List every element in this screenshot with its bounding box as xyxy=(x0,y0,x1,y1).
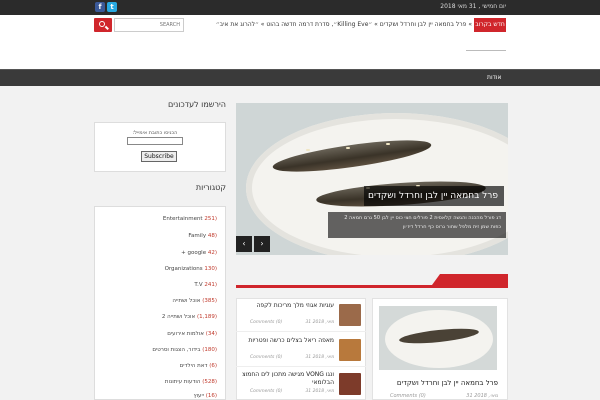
category-count: (385) xyxy=(202,298,217,304)
category-count: (251 xyxy=(204,216,217,222)
category-count: (6) xyxy=(209,363,217,369)
category-count: (16) xyxy=(205,393,217,399)
category-count: (130 xyxy=(204,266,217,272)
category-name: Organizations xyxy=(164,266,203,272)
category-item[interactable]: (180) בידור, הצגות וסרטים xyxy=(95,347,225,357)
list-item[interactable]: מאפה ריאל בצלים כרשה ופטריות Comments (0… xyxy=(236,333,366,367)
subscribe-label: הכניסו כתובת אימייל: xyxy=(132,130,178,136)
category-name: בידור, הצגות וסרטים xyxy=(152,347,201,353)
category-name: אוכל ושתייה 2 xyxy=(161,314,196,320)
category-item[interactable]: (251 Entertainment xyxy=(95,216,225,226)
category-item[interactable]: (528) הודעות עיתונות xyxy=(95,379,225,389)
search-button[interactable] xyxy=(94,18,112,32)
category-name: Entertainment xyxy=(162,216,203,222)
slider-caption[interactable]: פרל בחמאה יין לבן וחרדל ושקדים xyxy=(364,186,504,206)
category-item[interactable]: (48 Family xyxy=(95,233,225,243)
current-date: יום חמישי , 31 מאי 2018 xyxy=(440,3,506,10)
category-name: T.V xyxy=(194,282,203,288)
subscribe-widget: הכניסו כתובת אימייל: Subscribe xyxy=(94,122,226,172)
top-bar: f t יום חמישי , 31 מאי 2018 xyxy=(0,0,600,15)
subscribe-button[interactable]: Subscribe xyxy=(141,151,177,162)
email-field[interactable] xyxy=(127,137,183,145)
post-thumbnail[interactable] xyxy=(339,373,361,395)
post-date: 31 מאי, 2018 xyxy=(305,389,334,394)
post-thumbnail[interactable] xyxy=(339,304,361,326)
post-date: 31 מאי, 2018 xyxy=(305,355,334,360)
category-name: אולמות אירועים xyxy=(167,331,204,337)
category-count: (42 xyxy=(207,250,217,256)
slider-image-garnish xyxy=(306,149,310,151)
post-comments[interactable]: Comments (0) xyxy=(390,393,426,399)
header-divider xyxy=(466,50,506,51)
search-icon-handle xyxy=(105,25,109,30)
slider-prev-button[interactable]: ‹ xyxy=(236,236,252,252)
category-item[interactable]: (385) אוכל ושתייה xyxy=(95,298,225,308)
category-item[interactable]: (130 Organizations xyxy=(95,266,225,276)
post-title[interactable]: מאפה ריאל בצלים כרשה ופטריות xyxy=(240,337,334,345)
list-item[interactable]: עוגיות אגוזי מלך מריכות לקפה Comments (0… xyxy=(236,298,366,332)
category-name: הודעות עיתונות xyxy=(164,379,201,385)
post-comments[interactable]: Comments (0) xyxy=(250,389,282,394)
section-divider xyxy=(236,285,508,288)
category-count: (241 xyxy=(204,282,217,288)
category-count: (180) xyxy=(202,347,217,353)
category-name: דאת הילדים xyxy=(179,363,208,369)
category-item[interactable]: (1,189) אוכל ושתייה 2 xyxy=(95,314,225,324)
categories-widget-title: קטגוריות xyxy=(195,183,226,192)
site-header xyxy=(0,36,600,69)
post-title[interactable]: עוגיות אגוזי מלך מריכות לקפה xyxy=(240,302,334,310)
news-ticker-label: חדש בקרוב xyxy=(474,18,506,32)
main-post-title[interactable]: פרל בחמאה יין לבן וחרדל ושקדים xyxy=(380,379,498,387)
post-title[interactable]: ונגו VONG מגישה מתכון לים החמוצ הבלומאי xyxy=(240,371,334,387)
post-comments[interactable]: Comments (0) xyxy=(250,355,282,360)
twitter-icon[interactable]: t xyxy=(107,2,117,12)
subscribe-widget-title: הירשמו לעדכונים xyxy=(168,100,226,109)
post-thumbnail[interactable] xyxy=(339,339,361,361)
category-name: ייעוץ xyxy=(193,393,204,399)
slider-next-button[interactable]: › xyxy=(254,236,270,252)
post-date: 31 מאי, 2018 xyxy=(466,393,498,399)
categories-widget: (251 Entertainment (48 Family (42 google… xyxy=(94,206,226,400)
section-tab xyxy=(432,274,508,285)
post-date: 31 מאי, 2018 xyxy=(305,320,334,325)
slider-image-garnish xyxy=(386,143,390,145)
category-item[interactable]: (34) אולמות אירועים xyxy=(95,331,225,341)
category-count: (528) xyxy=(202,379,217,385)
category-count: (48 xyxy=(207,233,217,239)
category-count: (34) xyxy=(205,331,217,337)
category-name: אוכל ושתייה xyxy=(172,298,201,304)
category-item[interactable]: (42 google + xyxy=(95,250,225,260)
category-count: (1,189) xyxy=(196,314,217,320)
slider-excerpt: דג פורל מהכנה והגשה קלאסית 2 פורלים חצי … xyxy=(328,212,506,238)
news-ticker-text[interactable]: » פרל בחמאה יין לבן וחרדל ושקדים » ״Kill… xyxy=(190,21,472,31)
category-name: google + xyxy=(181,250,207,256)
main-nav: אודות xyxy=(0,69,600,86)
category-name: Family xyxy=(188,233,207,239)
list-item[interactable]: ונגו VONG מגישה מתכון לים החמוצ הבלומאי … xyxy=(236,367,366,400)
nav-item-about[interactable]: אודות xyxy=(487,74,502,81)
facebook-icon[interactable]: f xyxy=(95,2,105,12)
category-item[interactable]: (6) דאת הילדים xyxy=(95,363,225,373)
category-item[interactable]: (241 T.V xyxy=(95,282,225,292)
search-input[interactable] xyxy=(114,18,184,32)
main-post-thumbnail[interactable] xyxy=(379,306,497,370)
post-comments[interactable]: Comments (0) xyxy=(250,320,282,325)
category-item[interactable]: (16) ייעוץ xyxy=(95,393,225,400)
slider-image-garnish xyxy=(346,147,350,149)
